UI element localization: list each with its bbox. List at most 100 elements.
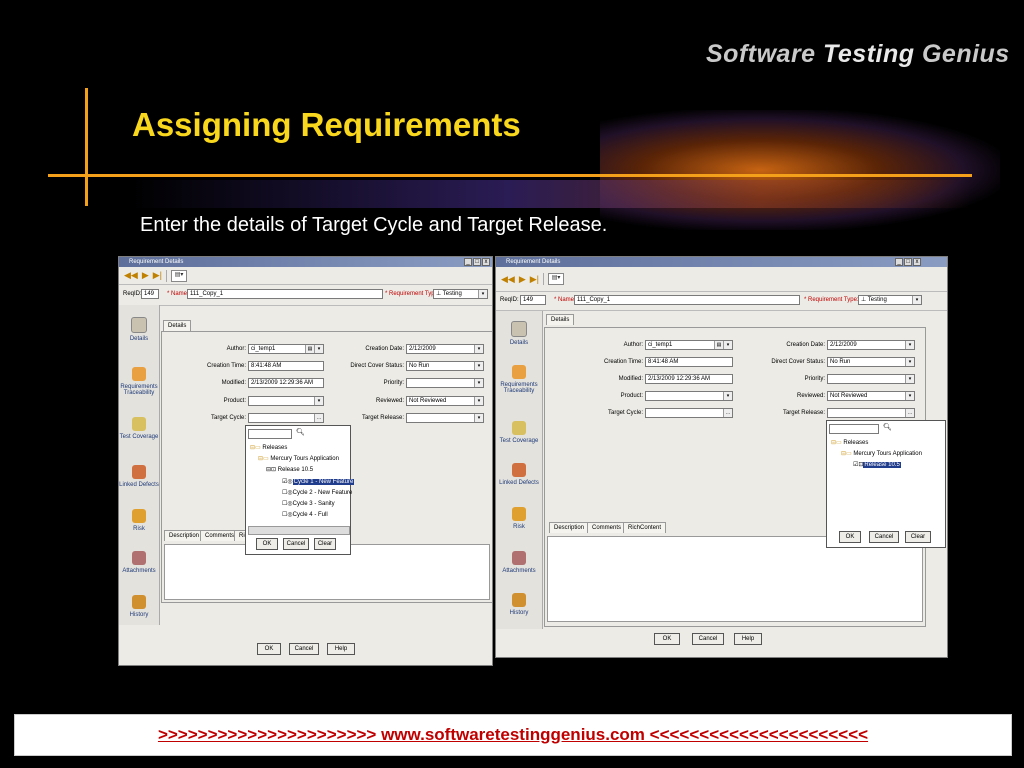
tab-comments[interactable]: Comments xyxy=(587,522,627,533)
sidebar-item-test-coverage[interactable]: Test Coverage xyxy=(119,417,159,440)
sidebar-item-test-coverage[interactable]: Test Coverage xyxy=(496,421,542,444)
tree-node-releases[interactable]: ⊟▭ Releases xyxy=(831,439,868,446)
minimize-icon[interactable]: _ xyxy=(464,258,472,266)
user-picker-icon[interactable]: ▤ xyxy=(714,341,723,349)
sidebar-item-linked-defects[interactable]: Linked Defects xyxy=(496,463,542,486)
tree-node-release[interactable]: ☑⊡Release 10.5 xyxy=(853,461,901,468)
ellipsis-icon[interactable]: … xyxy=(723,409,732,417)
popup-cancel-button[interactable]: Cancel xyxy=(869,531,899,543)
popup-ok-button[interactable]: OK xyxy=(256,538,278,550)
first-record-icon[interactable]: ◀◀ xyxy=(124,270,138,281)
next-record-icon[interactable]: ▶ xyxy=(519,274,526,285)
horizontal-scrollbar[interactable] xyxy=(248,526,350,535)
reviewed-select[interactable]: Not Reviewed ▾ xyxy=(406,396,484,406)
tree-node-cycle-1[interactable]: ☑◎Cycle 1 - New Feature xyxy=(282,478,355,485)
view-menu-icon[interactable]: ▤▾ xyxy=(548,273,565,285)
footer-banner: >>>>>>>>>>>>>>>>>>>>>> www.softwaretesti… xyxy=(14,714,1012,756)
tree-node-app[interactable]: ⊟▭ Mercury Tours Application xyxy=(841,450,922,457)
chevron-down-icon: ▾ xyxy=(314,345,323,353)
view-menu-icon[interactable]: ▤▾ xyxy=(171,269,188,282)
priority-select[interactable]: ▾ xyxy=(827,374,915,384)
popup-clear-button[interactable]: Clear xyxy=(905,531,931,543)
ellipsis-icon[interactable]: … xyxy=(905,409,914,417)
next-record-icon[interactable]: ▶ xyxy=(142,270,149,281)
direct-cover-status-value: No Run xyxy=(409,363,430,369)
product-select[interactable]: ▾ xyxy=(645,391,733,401)
website-link[interactable]: >>>>>>>>>>>>>>>>>>>>>> www.softwaretesti… xyxy=(158,725,868,745)
tree-node-cycle-4[interactable]: ☐◎Cycle 4 - Full xyxy=(282,511,328,518)
author-field[interactable]: ci_temp1 ▤ ▾ xyxy=(645,340,733,350)
target-cycle-label: Target Cycle: xyxy=(210,415,246,421)
popup-cancel-button[interactable]: Cancel xyxy=(283,538,309,550)
linked-defects-icon xyxy=(512,463,526,477)
popup-search-input[interactable] xyxy=(248,429,292,439)
tab-description[interactable]: Description xyxy=(549,522,590,533)
ok-button[interactable]: OK xyxy=(257,643,281,655)
help-button[interactable]: Help xyxy=(734,633,762,645)
last-record-icon[interactable]: ▶| xyxy=(153,270,162,281)
target-cycle-label: Target Cycle: xyxy=(607,410,643,416)
product-select[interactable]: ▾ xyxy=(248,396,324,406)
tree-node-releases[interactable]: ⊟▭ Releases xyxy=(250,444,287,451)
priority-select[interactable]: ▾ xyxy=(406,378,484,388)
tree-node-cycle-2[interactable]: ☐◎Cycle 2 - New Feature xyxy=(282,489,352,496)
sidebar-item-traceability[interactable]: Requirements Traceability xyxy=(119,367,159,396)
tree-node-app[interactable]: ⊟▭ Mercury Tours Application xyxy=(258,455,339,462)
cancel-button[interactable]: Cancel xyxy=(289,643,319,655)
sidebar-label: Linked Defects xyxy=(499,480,539,486)
chevron-down-icon: ▾ xyxy=(905,358,914,366)
sidebar-item-risk[interactable]: Risk xyxy=(496,507,542,530)
maximize-icon[interactable]: □ xyxy=(904,258,912,266)
tree-label: Mercury Tours Application xyxy=(270,456,339,462)
binoculars-icon[interactable]: 🔍︎ xyxy=(883,423,892,431)
direct-cover-status-select[interactable]: No Run ▾ xyxy=(827,357,915,367)
tree-node-release[interactable]: ⊟⊡ Release 10.5 xyxy=(266,466,313,473)
target-release-field[interactable]: … xyxy=(827,408,915,418)
ellipsis-icon[interactable]: … xyxy=(314,414,323,422)
author-label: Author: xyxy=(226,346,246,352)
direct-cover-status-select[interactable]: No Run ▾ xyxy=(406,361,484,371)
sidebar-item-risk[interactable]: Risk xyxy=(119,509,159,532)
tab-description[interactable]: Description xyxy=(164,530,205,541)
target-release-select[interactable]: ▾ xyxy=(406,413,484,423)
tab-details[interactable]: Details xyxy=(546,314,575,325)
cancel-button[interactable]: Cancel xyxy=(692,633,724,645)
requirement-type-select[interactable]: ⊥ Testing ▾ xyxy=(858,295,922,305)
description-editor[interactable] xyxy=(547,536,923,622)
binoculars-icon[interactable]: 🔍︎ xyxy=(296,428,305,436)
target-cycle-field[interactable]: … xyxy=(645,408,733,418)
sidebar-item-attachments[interactable]: Attachments xyxy=(119,551,159,574)
close-icon[interactable]: x xyxy=(913,258,921,266)
tab-richcontent[interactable]: RichContent xyxy=(623,522,667,533)
sidebar-item-details[interactable]: Details xyxy=(119,317,159,342)
first-record-icon[interactable]: ◀◀ xyxy=(501,274,515,285)
tab-details[interactable]: Details xyxy=(163,320,192,331)
sidebar-item-details[interactable]: Details xyxy=(496,321,542,346)
popup-search-input[interactable] xyxy=(829,424,879,434)
maximize-icon[interactable]: □ xyxy=(473,258,481,266)
sidebar-item-attachments[interactable]: Attachments xyxy=(496,551,542,574)
requirement-type-select[interactable]: ⊥ Testing ▾ xyxy=(433,289,488,299)
brand-logo: Software Testing Genius xyxy=(706,40,1010,69)
sidebar-item-history[interactable]: History xyxy=(119,595,159,618)
user-picker-icon[interactable]: ▤ xyxy=(305,345,314,353)
popup-clear-button[interactable]: Clear xyxy=(314,538,336,550)
popup-ok-button[interactable]: OK xyxy=(839,531,861,543)
reviewed-select[interactable]: Not Reviewed ▾ xyxy=(827,391,915,401)
reqid-field: 149 xyxy=(141,289,159,299)
target-cycle-field[interactable]: … xyxy=(248,413,324,423)
sidebar-item-linked-defects[interactable]: Linked Defects xyxy=(119,465,159,488)
help-button[interactable]: Help xyxy=(327,643,355,655)
tree-node-cycle-3[interactable]: ☐◎Cycle 3 - Sanity xyxy=(282,500,335,507)
author-field[interactable]: ci_temp1 ▤ ▾ xyxy=(248,344,324,354)
creation-date-field[interactable]: 2/12/2009 ▾ xyxy=(827,340,915,350)
name-field[interactable]: 111_Copy_1 xyxy=(574,295,800,305)
name-field[interactable]: 111_Copy_1 xyxy=(187,289,383,299)
last-record-icon[interactable]: ▶| xyxy=(530,274,539,285)
close-icon[interactable]: x xyxy=(482,258,490,266)
ok-button[interactable]: OK xyxy=(654,633,680,645)
sidebar-item-history[interactable]: History xyxy=(496,593,542,616)
creation-date-field[interactable]: 2/12/2009 ▾ xyxy=(406,344,484,354)
minimize-icon[interactable]: _ xyxy=(895,258,903,266)
sidebar-item-traceability[interactable]: Requirements Traceability xyxy=(496,365,542,394)
